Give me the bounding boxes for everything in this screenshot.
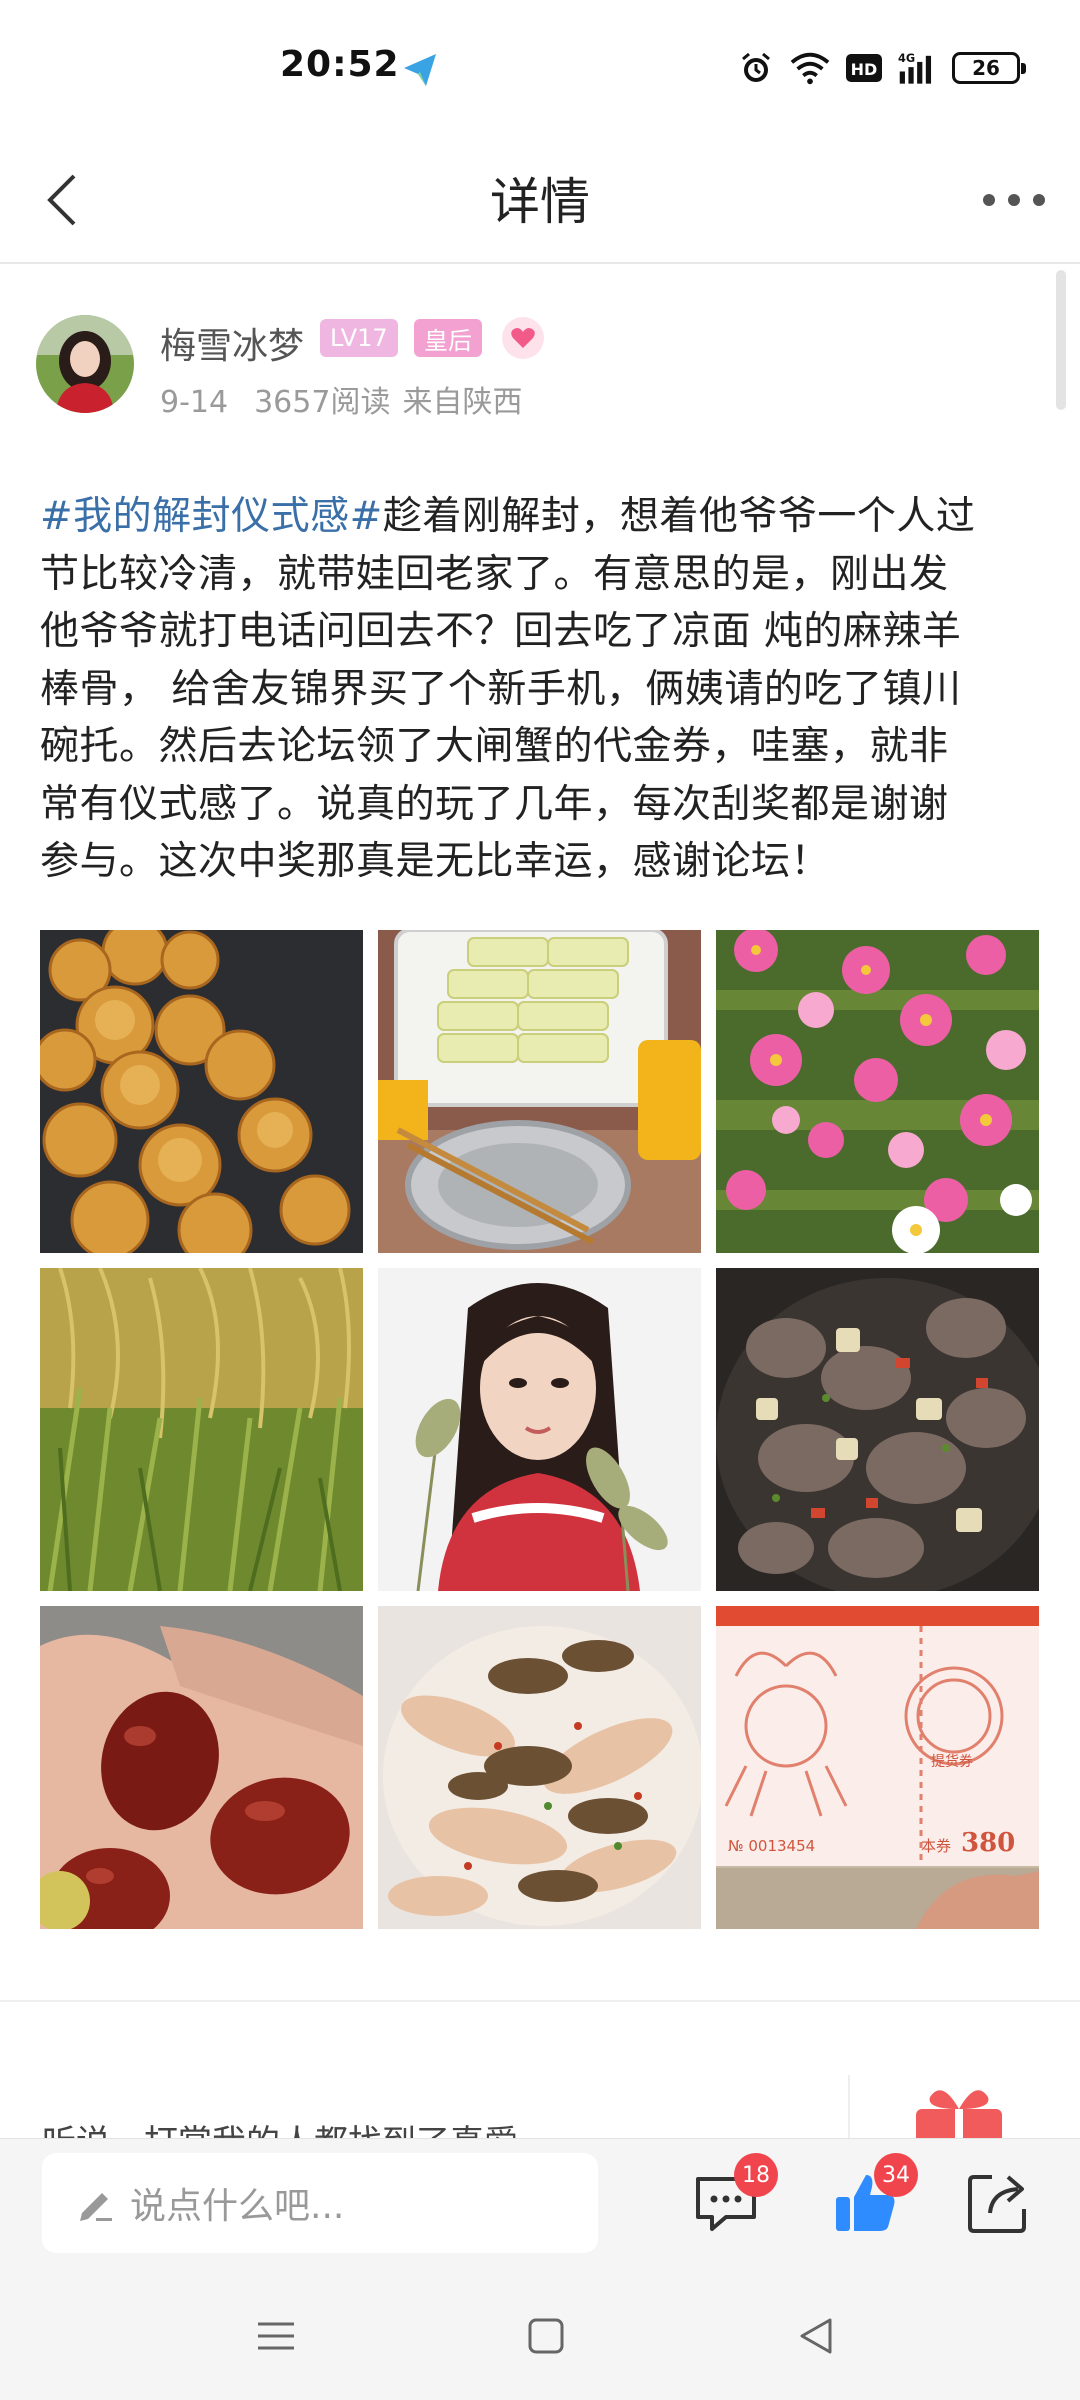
page-title: 详情 (490, 173, 590, 231)
photo-cosmos-flowers[interactable] (716, 930, 1039, 1253)
photo-cold-noodles[interactable] (378, 930, 701, 1253)
voucher-value: 380 (961, 1828, 1015, 1858)
photo-crab-voucher[interactable]: № 0013454 本券 380 提货券 (716, 1606, 1039, 1929)
voucher-label: 本券 (921, 1837, 951, 1855)
status-bar: 20:52 HD 4G 26 (0, 0, 1080, 140)
svg-text:4G: 4G (898, 52, 915, 65)
telegram-icon (400, 50, 440, 90)
like-button[interactable]: 34 (830, 2153, 918, 2239)
battery-icon: 26 (952, 52, 1026, 84)
hd-icon: HD (844, 48, 884, 88)
back-triangle-icon (800, 2318, 832, 2354)
title-badge: 皇后 (414, 319, 482, 357)
post-line: 参与。这次中奖那真是无比幸运，感谢论坛！ (40, 839, 831, 884)
like-count-badge: 34 (874, 2153, 918, 2197)
voucher-stamp-text: 提货券 (931, 1753, 973, 1770)
signal-4g-icon: 4G (898, 48, 938, 88)
photo-baked-pastries[interactable] (40, 930, 363, 1253)
share-button[interactable] (962, 2167, 1034, 2239)
heart-icon (502, 317, 544, 359)
reward-divider (848, 2075, 850, 2138)
section-divider (0, 2000, 1080, 2002)
level-badge: LV17 (320, 319, 398, 357)
more-button[interactable] (972, 168, 1056, 232)
comment-count-badge: 18 (734, 2153, 778, 2197)
photo-red-dates[interactable] (40, 1606, 363, 1929)
bottom-action-bar: 说点什么吧... 18 34 (0, 2138, 1080, 2268)
comment-placeholder: 说点什么吧... (130, 2186, 345, 2227)
system-navigation-bar (0, 2268, 1080, 2400)
menu-icon (258, 2322, 294, 2350)
alarm-icon (736, 48, 776, 88)
scrollbar[interactable] (1056, 270, 1066, 410)
back-nav-button[interactable] (786, 2306, 846, 2366)
photo-braised-lamb[interactable] (716, 1268, 1039, 1591)
reward-text: 听说，打赏我的人都找到了真爱 (42, 2115, 518, 2138)
reward-row: 听说，打赏我的人都找到了真爱 (0, 2075, 1080, 2138)
comment-input[interactable]: 说点什么吧... (42, 2153, 598, 2253)
photo-rice-paddy[interactable] (40, 1268, 363, 1591)
read-count: 3657阅读 (254, 385, 391, 420)
home-button[interactable] (516, 2306, 576, 2366)
more-dots-icon (983, 194, 1045, 206)
photo-woman-selfie[interactable] (378, 1268, 701, 1591)
comment-button[interactable]: 18 (690, 2153, 778, 2239)
post-body: #我的解封仪式感#趁着刚解封，想着他爷爷一个人过 节比较冷清，就带娃回老家了。有… (40, 488, 1050, 891)
post-line: 节比较冷清，就带娃回老家了。有意思的是，刚出发 (40, 551, 949, 597)
home-icon (528, 2318, 564, 2354)
share-icon (968, 2175, 1026, 2233)
svg-text:HD: HD (851, 60, 878, 79)
post-line: 碗托。然后去论坛领了大闸蟹的代金券，哇塞，就非 (40, 724, 949, 769)
post-line: 常有仪式感了。说真的玩了几年，每次刮奖都是谢谢 (40, 781, 949, 827)
post-date: 9-14 (160, 385, 229, 420)
author-header: 梅雪冰梦 LV17 皇后 9-14 3657阅读 来自陕西 (36, 315, 1016, 425)
status-time: 20:52 (280, 44, 400, 85)
gift-icon[interactable] (912, 2079, 1006, 2138)
voucher-serial: № 0013454 (728, 1837, 815, 1855)
author-name[interactable]: 梅雪冰梦 (160, 317, 304, 369)
post-line: #我的解封仪式感#趁着刚解封，想着他爷爷一个人过 (40, 494, 976, 539)
photo-noodles-with-meat[interactable] (378, 1606, 701, 1929)
topic-tag-link[interactable]: #我的解封仪式感# (40, 494, 383, 539)
post-location: 来自陕西 (402, 385, 523, 420)
pencil-icon (80, 2193, 112, 2221)
post-line: 棒骨， 给舍友锦界买了个新手机，俩姨请的吃了镇川 (40, 666, 962, 712)
menu-button[interactable] (246, 2306, 306, 2366)
author-meta: 9-14 3657阅读 来自陕西 (160, 377, 548, 421)
avatar[interactable] (36, 315, 134, 413)
top-nav: 详情 (0, 140, 1080, 264)
photo-grid: № 0013454 本券 380 提货券 (40, 930, 1042, 1929)
wifi-icon (790, 48, 830, 88)
post-line: 他爷爷就打电话问回去不？回去吃了凉面 炖的麻辣羊 (40, 609, 962, 654)
